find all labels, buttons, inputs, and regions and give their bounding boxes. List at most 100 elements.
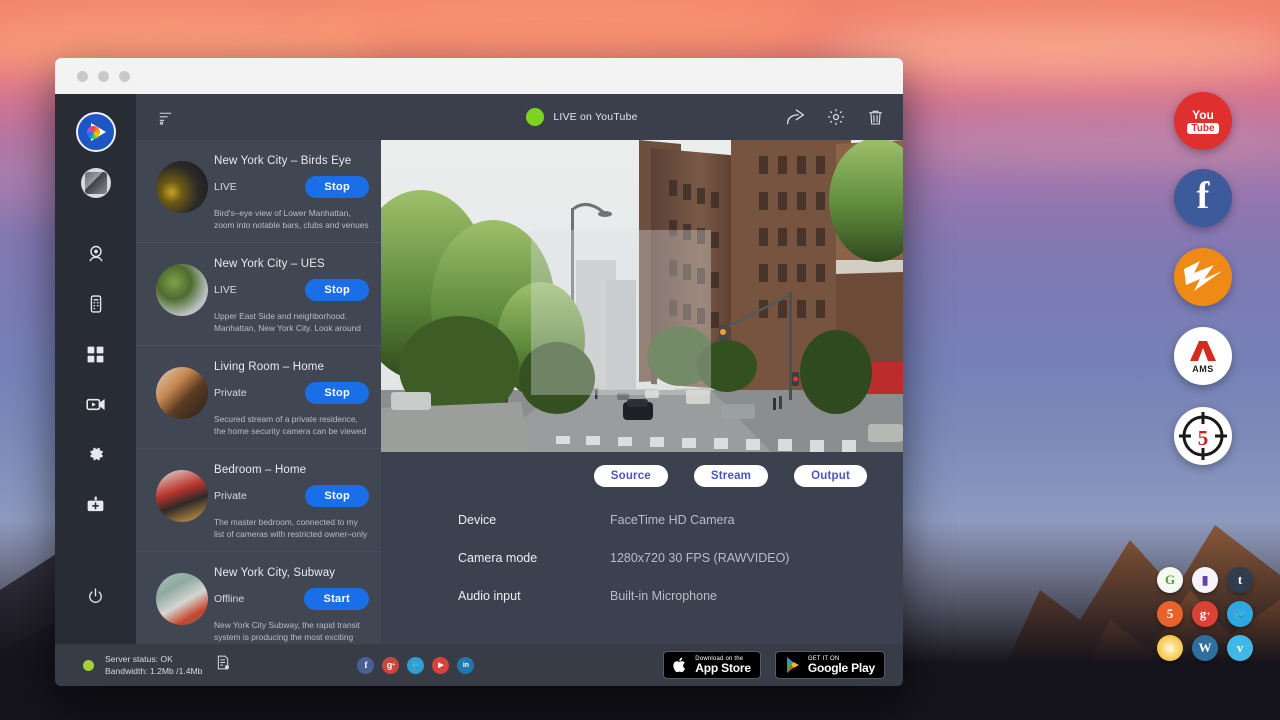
camera-title: Living Room – Home — [214, 361, 369, 373]
mini-launcher-twitter[interactable]: 🐦 — [1227, 601, 1253, 627]
detail-row: Camera mode 1280x720 30 FPS (RAWVIDEO) — [458, 551, 903, 565]
camera-title: Bedroom – Home — [214, 464, 369, 476]
camera-list-item[interactable]: New York City – UES LIVE Stop Upper East… — [136, 243, 381, 346]
google-play-button[interactable]: GET IT ON Google Play — [775, 651, 885, 679]
camera-status-row: Private Stop — [214, 485, 369, 507]
play-triangle-icon — [785, 656, 801, 674]
camera-status: LIVE — [214, 181, 237, 193]
camera-action-button[interactable]: Start — [304, 588, 369, 610]
camera-description: Secured stream of a private residence, t… — [214, 414, 369, 438]
camera-thumbnail — [156, 367, 208, 419]
server-status-group: Server status: OK Bandwidth: 1.2Mb /1.4M… — [83, 653, 231, 678]
launcher-youtube[interactable]: You Tube — [1174, 92, 1232, 150]
detail-tabs: Source Stream Output — [381, 452, 903, 487]
launcher-adobe-ams[interactable] — [1174, 248, 1232, 306]
launcher-facebook[interactable]: f — [1174, 169, 1232, 227]
camera-status-row: LIVE Stop — [214, 279, 369, 301]
camera-list-item[interactable]: New York City, Subway Offline Start New … — [136, 552, 381, 644]
mini-launcher-sun[interactable]: ☼ — [1157, 635, 1183, 661]
sidebar-item-devices[interactable] — [76, 284, 116, 324]
social-youtube[interactable]: ▶ — [432, 657, 449, 674]
launcher-youtube-label-bottom: Tube — [1187, 123, 1218, 134]
sidebar-item-dashboard[interactable] — [76, 334, 116, 374]
camera-status-row: LIVE Stop — [214, 176, 369, 198]
bandwidth-line: Bandwidth: 1.2Mb /1.4Mb — [105, 666, 202, 676]
camera-thumbnail — [156, 470, 208, 522]
social-google-plus[interactable]: g+ — [382, 657, 399, 674]
delete-button[interactable] — [866, 108, 885, 127]
facebook-icon: f — [1197, 177, 1210, 215]
camera-list-item[interactable]: Living Room – Home Private Stop Secured … — [136, 346, 381, 449]
log-button[interactable] — [215, 654, 231, 676]
detail-value[interactable]: 1280x720 30 FPS (RAWVIDEO) — [610, 551, 789, 565]
mini-launcher-tumblr[interactable]: t — [1227, 567, 1253, 593]
sidebar-item-settings[interactable] — [76, 434, 116, 474]
camera-add-icon — [85, 494, 106, 515]
settings-button[interactable] — [826, 107, 846, 127]
tab-source[interactable]: Source — [594, 465, 668, 487]
svg-text:5: 5 — [1198, 426, 1209, 450]
camera-action-button[interactable]: Stop — [305, 485, 369, 507]
mini-launcher-twitch[interactable]: ▮ — [1192, 567, 1218, 593]
camera-item-body: New York City – Birds Eye LIVE Stop Bird… — [214, 149, 373, 232]
social-linkedin[interactable]: in — [457, 657, 474, 674]
social-facebook[interactable]: f — [357, 657, 374, 674]
window-close-button[interactable] — [77, 71, 88, 82]
camera-item-body: New York City – UES LIVE Stop Upper East… — [214, 252, 373, 335]
camera-list-item[interactable]: Bedroom – Home Private Stop The master b… — [136, 449, 381, 552]
sidebar-item-app-logo[interactable] — [76, 112, 116, 152]
camera-list-item[interactable]: New York City – Birds Eye LIVE Stop Bird… — [136, 140, 381, 243]
camera-action-button[interactable]: Stop — [305, 176, 369, 198]
social-links: f g+ 🐦 ▶ in — [357, 657, 474, 674]
share-arrow-icon — [785, 107, 806, 128]
camera-description: New York City Subway, the rapid transit … — [214, 620, 369, 644]
status-footer: Server status: OK Bandwidth: 1.2Mb /1.4M… — [55, 644, 903, 686]
camera-list-panel: New York City – Birds Eye LIVE Stop Bird… — [136, 94, 381, 644]
mini-launcher-vimeo[interactable]: v — [1227, 635, 1253, 661]
social-twitter[interactable]: 🐦 — [407, 657, 424, 674]
server-status-text: Server status: OK Bandwidth: 1.2Mb /1.4M… — [105, 653, 202, 678]
window-maximize-button[interactable] — [119, 71, 130, 82]
trash-icon — [866, 108, 885, 127]
camera-title: New York City, Subway — [214, 567, 369, 579]
tab-stream[interactable]: Stream — [694, 465, 768, 487]
video-preview[interactable] — [381, 140, 903, 452]
sidebar-item-power[interactable] — [76, 576, 116, 616]
detail-value[interactable]: FaceTime HD Camera — [610, 513, 735, 527]
detail-row: Audio input Built-in Microphone — [458, 589, 903, 603]
camera-thumbnail — [156, 573, 208, 625]
detail-row: Device FaceTime HD Camera — [458, 513, 903, 527]
window-minimize-button[interactable] — [98, 71, 109, 82]
camera-thumbnail — [156, 161, 208, 213]
camera-item-body: Living Room – Home Private Stop Secured … — [214, 355, 373, 438]
document-log-icon — [215, 654, 231, 671]
launcher-five-target[interactable]: 5 — [1174, 407, 1232, 465]
server-status-dot — [83, 660, 94, 671]
mini-launcher-google-plus[interactable]: g+ — [1192, 601, 1218, 627]
mini-launcher-five[interactable]: 5 — [1157, 601, 1183, 627]
camera-status: LIVE — [214, 284, 237, 296]
camera-list-scroll[interactable]: New York City – Birds Eye LIVE Stop Bird… — [136, 140, 381, 644]
sidebar-item-add-camera[interactable] — [76, 484, 116, 524]
source-details: Device FaceTime HD Camera Camera mode 12… — [381, 487, 903, 627]
gear-icon — [86, 444, 106, 464]
mini-launcher-wordpress[interactable]: W — [1192, 635, 1218, 661]
avatar-icon — [85, 172, 107, 194]
sidebar-item-user-avatar[interactable] — [81, 168, 111, 198]
camera-action-button[interactable]: Stop — [305, 279, 369, 301]
camera-status-row: Offline Start — [214, 588, 369, 610]
main-panel: LIVE on YouTube — [381, 94, 903, 644]
launcher-wowza[interactable]: AMS — [1174, 327, 1232, 385]
tab-output[interactable]: Output — [794, 465, 867, 487]
camera-title: New York City – Birds Eye — [214, 155, 369, 167]
share-button[interactable] — [785, 107, 806, 128]
mini-launcher-gumroad[interactable]: G — [1157, 567, 1183, 593]
app-store-text: Download on the App Store — [695, 656, 751, 675]
sidebar-item-cameras[interactable] — [76, 234, 116, 274]
sort-filter-icon[interactable] — [158, 109, 175, 126]
sidebar-item-broadcasts[interactable] — [76, 384, 116, 424]
camera-action-button[interactable]: Stop — [305, 382, 369, 404]
detail-value[interactable]: Built-in Microphone — [610, 589, 717, 603]
server-status-line: Server status: OK — [105, 654, 173, 664]
app-store-button[interactable]: Download on the App Store — [663, 651, 761, 679]
